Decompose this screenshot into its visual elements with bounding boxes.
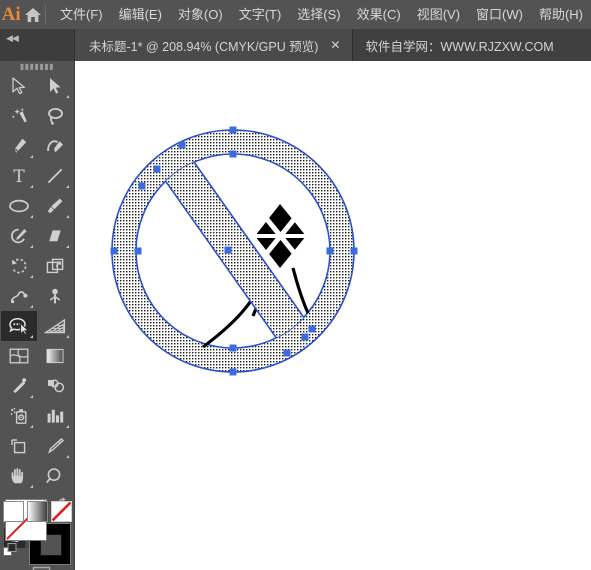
menu-type[interactable]: 文字(T) xyxy=(231,0,290,29)
blend-tool[interactable] xyxy=(37,371,73,401)
tool-flyout-indicator xyxy=(30,215,33,218)
scale-free-transform-tool[interactable] xyxy=(37,251,73,281)
illustrator-window: Ai 文件(F) 编辑(E) 对象(O) 文字(T) 选择(S) 效果(C) 视… xyxy=(0,0,591,570)
paint-mode-row xyxy=(1,501,73,522)
tool-flyout-indicator xyxy=(30,185,33,188)
eyedropper-tool[interactable] xyxy=(1,371,37,401)
paintbrush-tool[interactable] xyxy=(37,191,73,221)
lasso-tool[interactable] xyxy=(37,101,73,131)
menu-item-list: 文件(F) 编辑(E) 对象(O) 文字(T) 选择(S) 效果(C) 视图(V… xyxy=(52,0,591,29)
artboard-tool[interactable] xyxy=(1,431,37,461)
tool-flyout-indicator xyxy=(30,485,33,488)
gradient-tool[interactable] xyxy=(37,341,73,371)
artboard-canvas[interactable] xyxy=(75,61,591,570)
menu-bar: Ai 文件(F) 编辑(E) 对象(O) 文字(T) 选择(S) 效果(C) 视… xyxy=(0,0,591,29)
prohibition-ring[interactable] xyxy=(75,61,591,570)
menu-help[interactable]: 帮助(H) xyxy=(531,0,591,29)
menu-divider xyxy=(45,4,46,25)
perspective-grid-tool[interactable] xyxy=(37,311,73,341)
tool-flyout-indicator xyxy=(66,335,69,338)
hand-tool[interactable] xyxy=(1,461,37,491)
document-tab-title: 未标题-1* @ 208.94% (CMYK/GPU 预览) xyxy=(89,39,319,54)
mesh-tool[interactable] xyxy=(1,341,37,371)
tool-flyout-indicator xyxy=(30,395,33,398)
collapse-panel-icon[interactable]: ◀◀ xyxy=(6,33,19,44)
symbol-sprayer-tool[interactable] xyxy=(1,401,37,431)
default-fill-stroke-icon[interactable] xyxy=(3,543,19,564)
eraser-tool[interactable] xyxy=(37,221,73,251)
width-warp-tool[interactable] xyxy=(1,281,37,311)
slice-knife-tool[interactable] xyxy=(37,431,73,461)
tool-flyout-indicator xyxy=(30,335,33,338)
tool-flyout-indicator xyxy=(66,425,69,428)
tool-flyout-indicator xyxy=(66,215,69,218)
tools-panel: ▮▮▮▮▮▮▮ T xyxy=(0,61,75,570)
curvature-tool[interactable] xyxy=(37,131,73,161)
direct-selection-tool[interactable] xyxy=(37,71,73,101)
line-segment-tool[interactable] xyxy=(37,161,73,191)
rotate-tool[interactable] xyxy=(1,251,37,281)
close-icon[interactable]: ✕ xyxy=(328,38,342,52)
column-graph-tool[interactable] xyxy=(37,401,73,431)
app-logo: Ai xyxy=(1,3,21,25)
toolbar-header: ◀◀ xyxy=(0,29,75,61)
menu-select[interactable]: 选择(S) xyxy=(289,0,348,29)
tool-flyout-indicator xyxy=(66,185,69,188)
selection-tool[interactable] xyxy=(1,71,37,101)
tool-flyout-indicator xyxy=(66,455,69,458)
tool-flyout-indicator xyxy=(30,305,33,308)
menu-edit[interactable]: 编辑(E) xyxy=(111,0,170,29)
tool-grid: T xyxy=(1,71,73,491)
menu-window[interactable]: 窗口(W) xyxy=(468,0,531,29)
watermark-text: 软件自学网：WWW.RJZXW.COM xyxy=(365,39,554,54)
magic-wand-tool[interactable] xyxy=(1,101,37,131)
none-mode-button[interactable] xyxy=(50,501,72,522)
tool-flyout-indicator xyxy=(30,425,33,428)
tool-flyout-indicator xyxy=(66,245,69,248)
free-distort-puppet-tool[interactable] xyxy=(37,281,73,311)
no-kite-flying-sign[interactable] xyxy=(75,61,591,570)
toolbar-grip[interactable]: ▮▮▮▮▮▮▮ xyxy=(0,61,74,71)
tool-flyout-indicator xyxy=(30,155,33,158)
document-tab-bar: ◀◀ 未标题-1* @ 208.94% (CMYK/GPU 预览) ✕ 软件自学… xyxy=(0,29,591,61)
type-tool[interactable]: T xyxy=(1,161,37,191)
toolbar-grip-glyph: ▮▮▮▮▮▮▮ xyxy=(19,62,55,71)
svg-text:T: T xyxy=(13,167,25,185)
shaper-pencil-tool[interactable] xyxy=(1,221,37,251)
tool-flyout-indicator xyxy=(30,245,33,248)
menu-effect[interactable]: 效果(C) xyxy=(349,0,409,29)
shape-builder-tool[interactable] xyxy=(1,311,37,341)
menu-view[interactable]: 视图(V) xyxy=(409,0,468,29)
gradient-mode-button[interactable] xyxy=(26,501,48,522)
tool-flyout-indicator xyxy=(66,95,69,98)
pen-tool[interactable] xyxy=(1,131,37,161)
home-icon[interactable] xyxy=(22,0,43,29)
zoom-tool[interactable] xyxy=(37,461,73,491)
document-tab[interactable]: 未标题-1* @ 208.94% (CMYK/GPU 预览) ✕ xyxy=(75,29,354,61)
ellipse-tool[interactable] xyxy=(1,191,37,221)
tool-flyout-indicator xyxy=(30,275,33,278)
menu-object[interactable]: 对象(O) xyxy=(170,0,231,29)
menu-file[interactable]: 文件(F) xyxy=(52,0,111,29)
color-mode-button[interactable] xyxy=(2,501,24,522)
